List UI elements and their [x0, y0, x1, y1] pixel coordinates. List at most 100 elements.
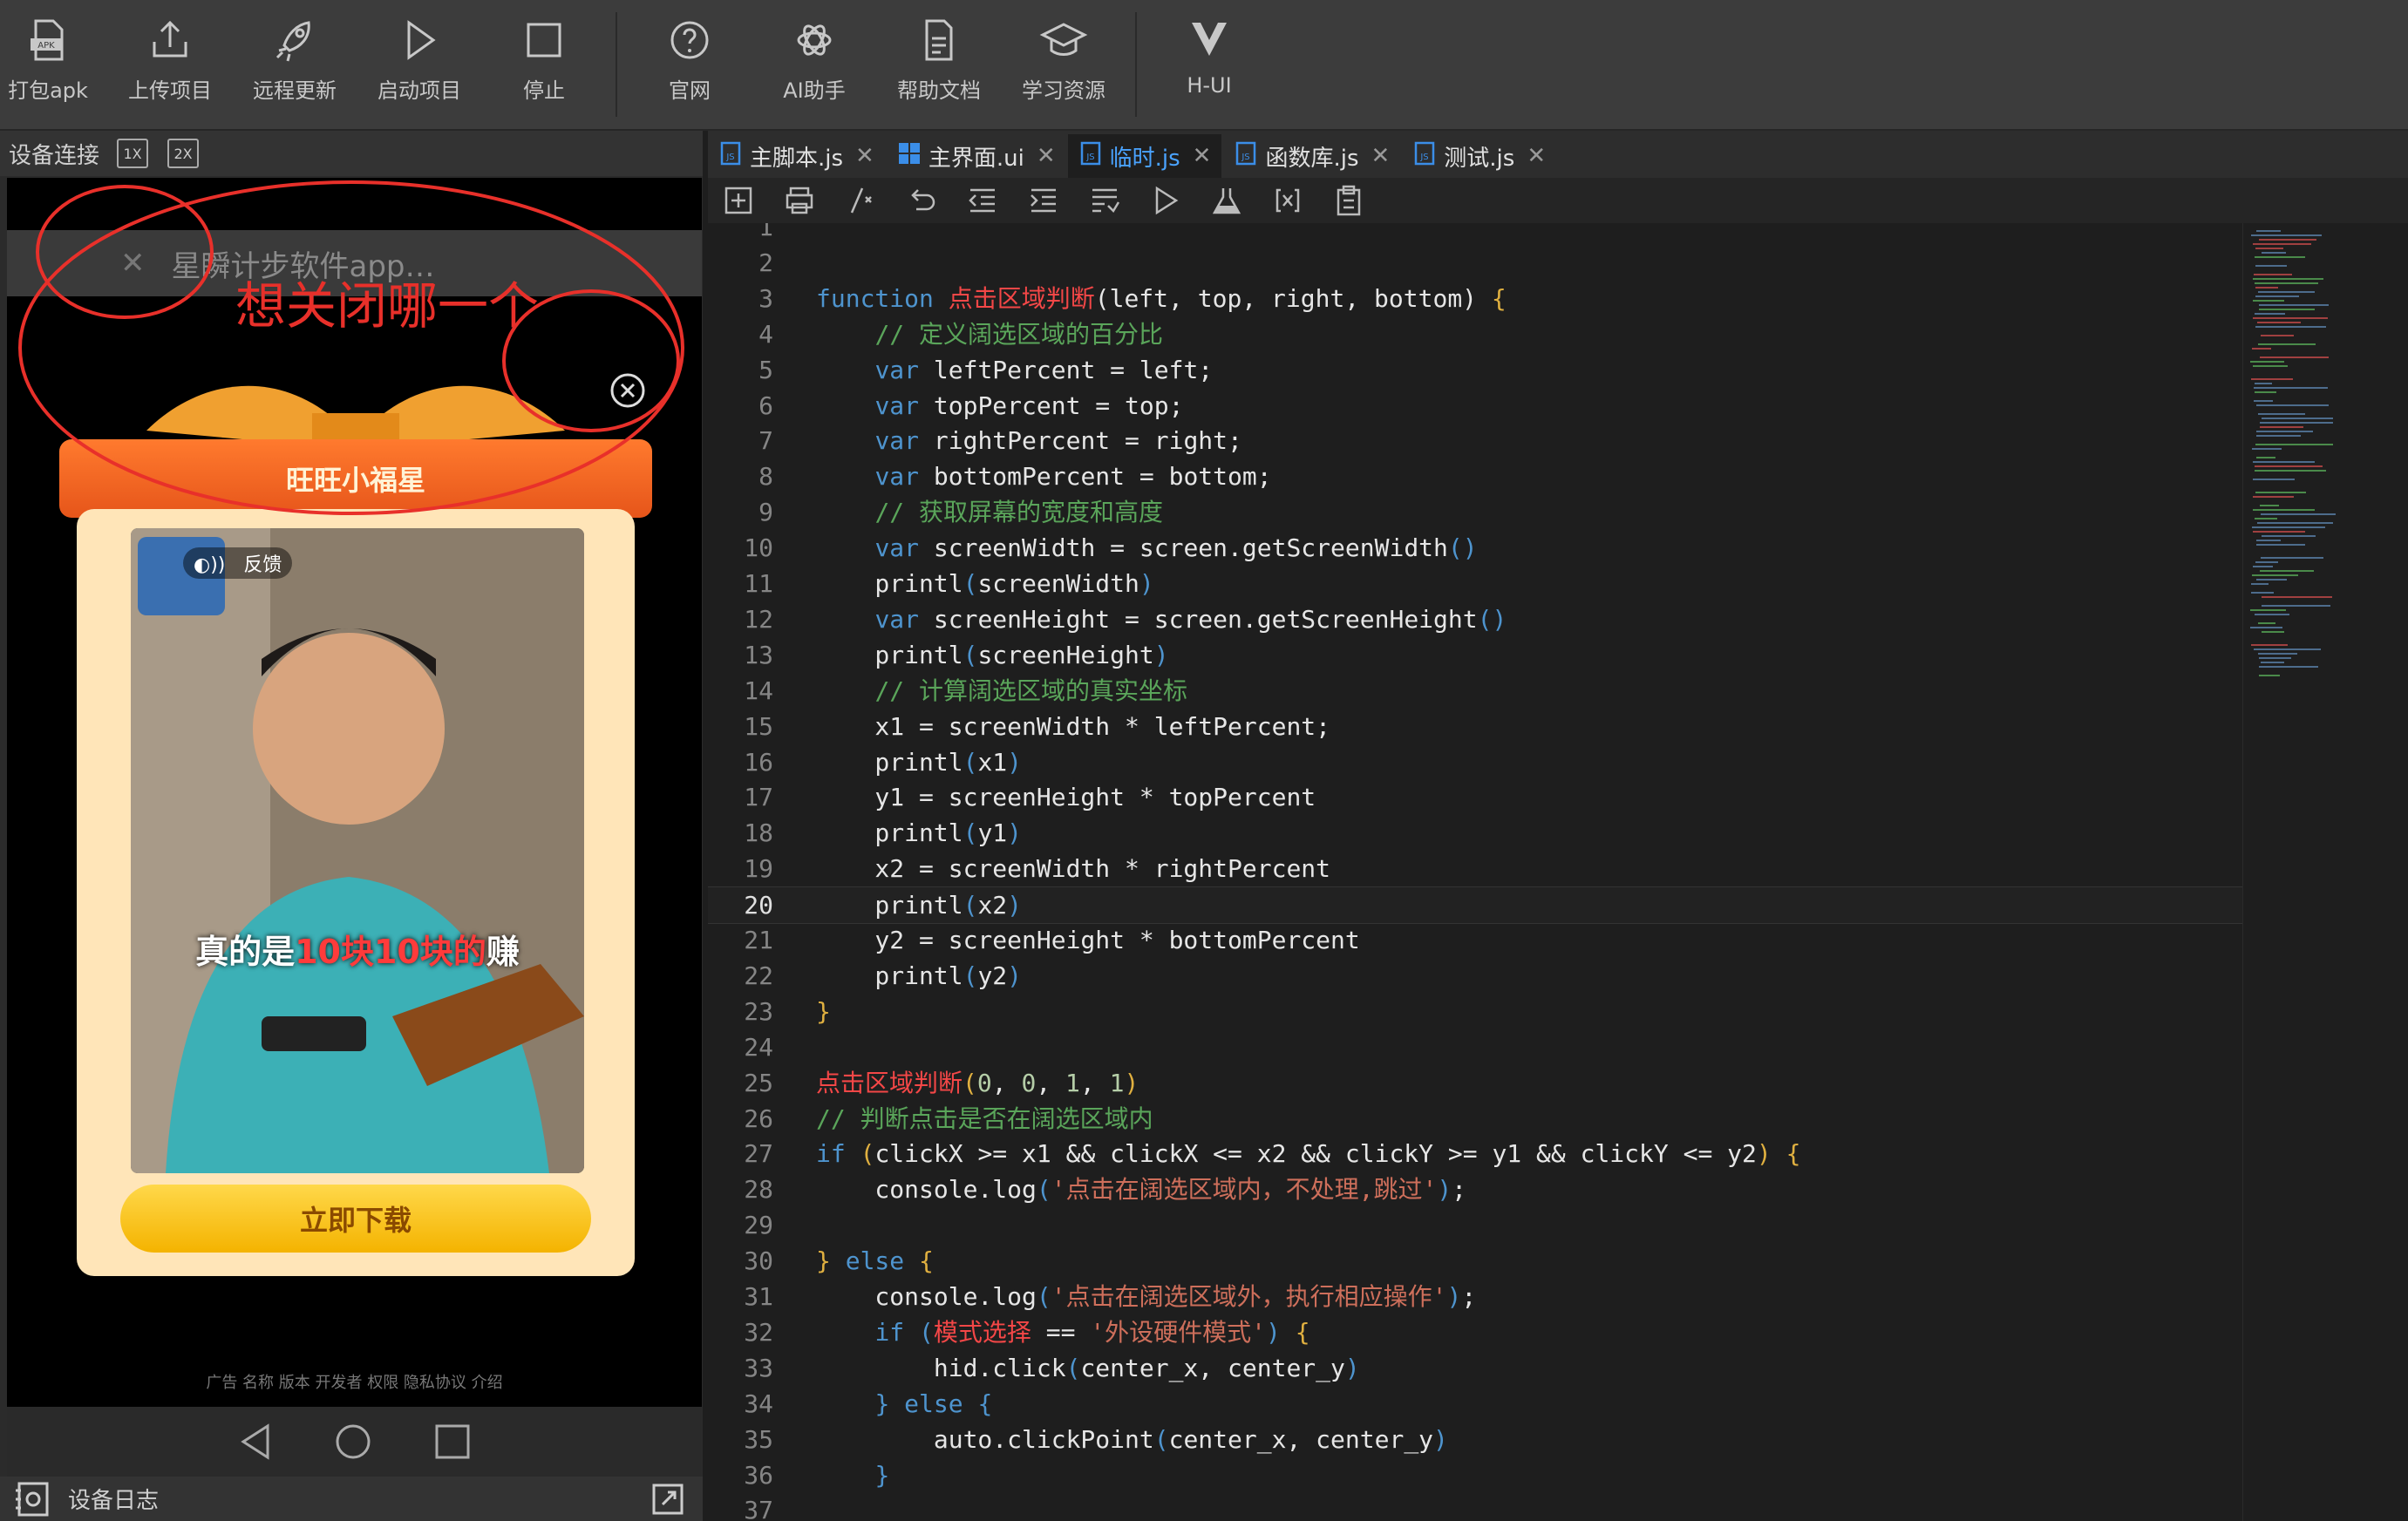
tab-0[interactable]: JS 主脚本.js ✕	[708, 134, 885, 178]
code-line[interactable]: 36 }	[708, 1457, 2242, 1493]
code-line[interactable]: 34 } else {	[708, 1386, 2242, 1422]
code-line[interactable]: 19 x2 = screenWidth * rightPercent	[708, 851, 2242, 886]
code-line[interactable]: 7 var rightPercent = right;	[708, 423, 2242, 458]
code-line[interactable]: 14 // 计算阔选区域的真实坐标	[708, 673, 2242, 709]
code-line[interactable]: 33 hid.click(center_x, center_y)	[708, 1350, 2242, 1386]
ai-assistant-button[interactable]: AI助手	[758, 16, 871, 120]
code-line[interactable]: 17 y1 = screenHeight * topPercent	[708, 779, 2242, 815]
start-project-button[interactable]: 启动项目	[363, 16, 476, 120]
code-line[interactable]: 29	[708, 1207, 2242, 1243]
format-button[interactable]	[1074, 185, 1135, 216]
learning-resources-button[interactable]: 学习资源	[1007, 16, 1120, 120]
code-token: printl	[816, 891, 963, 920]
code-minimap[interactable]	[2242, 223, 2408, 1521]
upload-project-button[interactable]: 上传项目	[113, 16, 227, 120]
expand-icon[interactable]	[650, 1482, 685, 1517]
code-line[interactable]: 26 // 判断点击是否在阔选区域内	[708, 1101, 2242, 1137]
code-token: {	[1491, 283, 1507, 313]
zoom-1x-button[interactable]: 1X	[117, 139, 149, 168]
minimap-line	[2255, 248, 2283, 249]
comment-button[interactable]	[830, 185, 891, 216]
code-line[interactable]: 9 // 获取屏幕的宽度和高度	[708, 494, 2242, 530]
code-line[interactable]: 12 var screenHeight = screen.getScreenHe…	[708, 601, 2242, 637]
ad-close-circle-icon[interactable]	[609, 371, 647, 410]
undo-button[interactable]	[891, 185, 952, 216]
print-button[interactable]	[769, 185, 830, 216]
zoom-2x-button[interactable]: 2X	[167, 139, 200, 168]
code-line[interactable]: 6 var topPercent = top;	[708, 388, 2242, 424]
code-line[interactable]: 32 if (模式选择 == '外设硬件模式') {	[708, 1314, 2242, 1350]
code-line[interactable]: 16 printl(x1)	[708, 744, 2242, 780]
code-token: ()	[1447, 533, 1478, 563]
recents-square-icon[interactable]	[433, 1423, 472, 1461]
code-line[interactable]: 37	[708, 1492, 2242, 1521]
close-tab-icon[interactable]: ✕	[1371, 143, 1391, 169]
main-toolbar: APK 打包apk 上传项目 远程更新 启动项目 停止 官网 AI助手 帮助文档…	[0, 0, 2408, 131]
code-line[interactable]: 5 var leftPercent = left;	[708, 352, 2242, 388]
minimap-line	[2258, 653, 2297, 655]
device-screen[interactable]: ✕ 星瞬计步软件app… 旺旺小福星 ◐)) 反馈 真的是10块10块的赚 立即…	[7, 178, 702, 1407]
build-apk-button[interactable]: APK 打包apk	[0, 16, 105, 120]
code-line[interactable]: 31 console.log('点击在阔选区域外，执行相应操作');	[708, 1279, 2242, 1314]
download-now-button[interactable]: 立即下载	[120, 1185, 591, 1253]
indent-button[interactable]	[1013, 185, 1074, 216]
remote-update-button[interactable]: 远程更新	[238, 16, 351, 120]
stop-button[interactable]: 停止	[487, 16, 601, 120]
code-line[interactable]: 30} else {	[708, 1243, 2242, 1279]
code-line[interactable]: 24	[708, 1029, 2242, 1065]
code-line[interactable]: 15 x1 = screenWidth * leftPercent;	[708, 709, 2242, 744]
code-line[interactable]: 11 printl(screenWidth)	[708, 566, 2242, 601]
minimap-line	[2262, 252, 2286, 254]
line-number: 10	[744, 533, 773, 563]
code-line[interactable]: 25 点击区域判断(0, 0, 1, 1)	[708, 1065, 2242, 1101]
code-editor[interactable]: 1 2 3 function 点击区域判断(left, top, right, bot…	[708, 223, 2242, 1521]
code-token: function	[816, 283, 949, 313]
code-token: x1	[977, 747, 1008, 777]
code-line[interactable]: 2	[708, 245, 2242, 281]
editor-toolbar	[708, 178, 2408, 223]
code-line[interactable]: 1	[708, 223, 2242, 245]
code-text: console.log('点击在阔选区域内，不处理,跳过');	[816, 1171, 1466, 1207]
close-tab-icon[interactable]: ✕	[1527, 143, 1546, 169]
ad-close-icon[interactable]: ✕	[120, 246, 146, 281]
close-tab-icon[interactable]: ✕	[1037, 143, 1056, 169]
code-line[interactable]: 22 printl(y2)	[708, 958, 2242, 994]
test-button[interactable]	[1196, 185, 1257, 216]
code-line[interactable]: 23}	[708, 994, 2242, 1029]
run-button[interactable]	[1135, 185, 1196, 216]
outdent-button[interactable]	[952, 185, 1013, 216]
code-line[interactable]: 4 // 定义阔选区域的百分比	[708, 316, 2242, 352]
code-line[interactable]: 20 printl(x2)	[708, 886, 2242, 925]
code-line[interactable]: 35 auto.clickPoint(center_x, center_y)	[708, 1422, 2242, 1457]
ad-video[interactable]: ◐)) 反馈 真的是10块10块的赚	[131, 528, 584, 1173]
add-button[interactable]	[708, 185, 769, 216]
home-circle-icon[interactable]	[334, 1423, 372, 1461]
back-triangle-icon[interactable]	[238, 1423, 273, 1461]
code-line[interactable]: 21 y2 = screenHeight * bottomPercent	[708, 922, 2242, 958]
code-line[interactable]: 3 function 点击区域判断(left, top, right, botto…	[708, 281, 2242, 316]
variable-button[interactable]	[1257, 185, 1318, 216]
tab-2[interactable]: JS 临时.js ✕	[1067, 134, 1222, 178]
code-token: clickX >= x1 && clickX <= x2 && clickY >…	[874, 1139, 1757, 1169]
minimap-line	[2262, 418, 2333, 419]
help-docs-button[interactable]: 帮助文档	[882, 16, 996, 120]
speaker-icon: ◐))	[194, 554, 226, 576]
code-line[interactable]: 8 var bottomPercent = bottom;	[708, 458, 2242, 494]
tab-4[interactable]: JS 测试.js ✕	[1402, 134, 1556, 178]
close-tab-icon[interactable]: ✕	[1193, 143, 1212, 169]
code-line[interactable]: 13 printl(screenHeight)	[708, 637, 2242, 673]
h-ui-button[interactable]: H-UI	[1153, 16, 1266, 120]
code-line[interactable]: 10 var screenWidth = screen.getScreenWid…	[708, 530, 2242, 566]
clipboard-button[interactable]	[1318, 185, 1379, 216]
close-tab-icon[interactable]: ✕	[855, 143, 874, 169]
tab-1[interactable]: 主界面.ui ✕	[887, 134, 1066, 178]
official-site-button[interactable]: 官网	[633, 16, 746, 120]
tab-3[interactable]: JS 函数库.js ✕	[1223, 134, 1400, 178]
minimap-line	[2259, 657, 2291, 659]
feedback-badge[interactable]: ◐)) 反馈	[183, 547, 293, 579]
code-line[interactable]: 27 if (clickX >= x1 && clickX <= x2 && cl…	[708, 1136, 2242, 1171]
code-line[interactable]: 28 console.log('点击在阔选区域内，不处理,跳过');	[708, 1171, 2242, 1207]
code-line[interactable]: 18 printl(y1)	[708, 815, 2242, 851]
annotation-text: 想关闭哪一个	[235, 276, 540, 336]
device-log-bar[interactable]: 设备日志	[0, 1477, 703, 1521]
